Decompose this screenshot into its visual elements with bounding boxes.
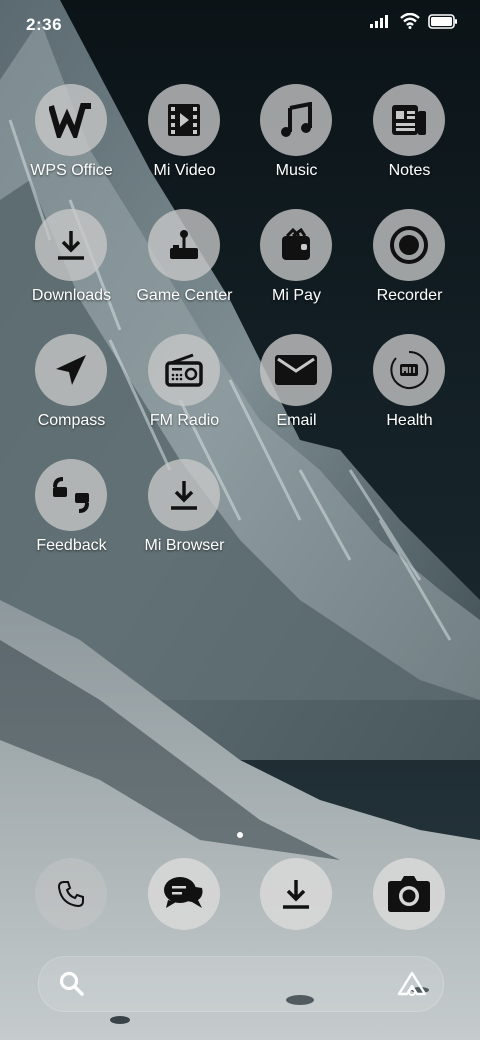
wallet-icon [282,228,310,260]
messages-icon [164,877,203,908]
app-feedback[interactable]: Feedback [15,459,128,579]
page-dot-active [237,832,243,838]
app-grid: WPS Office Mi Video Music Notes Download… [0,0,480,600]
download-icon [171,481,197,510]
record-icon [390,226,428,264]
app-label: Mi Browser [144,537,225,554]
phone-icon [57,881,84,908]
radio-icon [165,353,203,387]
app-fm-radio[interactable]: FM Radio [128,334,241,454]
app-email[interactable]: Email [240,334,353,454]
envelope-icon [275,355,317,385]
search-icon[interactable] [59,971,85,997]
download-icon [283,880,309,909]
wps-office-icon [49,103,91,138]
download-icon [58,231,84,260]
app-wps-office[interactable]: WPS Office [15,84,128,204]
music-note-icon [281,102,312,137]
film-icon [168,104,200,136]
app-mi-pay[interactable]: Mi Pay [240,209,353,329]
page-indicator [234,831,246,839]
app-mi-video[interactable]: Mi Video [128,84,241,204]
app-mi-browser[interactable]: Mi Browser [128,459,241,579]
assistant-icon[interactable] [397,971,427,997]
app-label: Recorder [376,287,443,304]
joystick-icon [170,230,198,259]
app-game-center[interactable]: Game Center [128,209,241,329]
app-notes[interactable]: Notes [353,84,466,204]
app-label: Health [386,412,433,429]
notes-icon [392,105,426,135]
app-downloads[interactable]: Downloads [15,209,128,329]
app-music[interactable]: Music [240,84,353,204]
compass-arrow-icon [56,355,86,385]
camera-icon [388,876,430,912]
search-bar[interactable] [38,956,444,1012]
app-health[interactable]: Health [353,334,466,454]
health-ring-icon [390,350,429,389]
app-compass[interactable]: Compass [15,334,128,454]
app-recorder[interactable]: Recorder [353,209,466,329]
feedback-quote-icon [53,477,89,513]
app-label: Notes [388,162,431,179]
